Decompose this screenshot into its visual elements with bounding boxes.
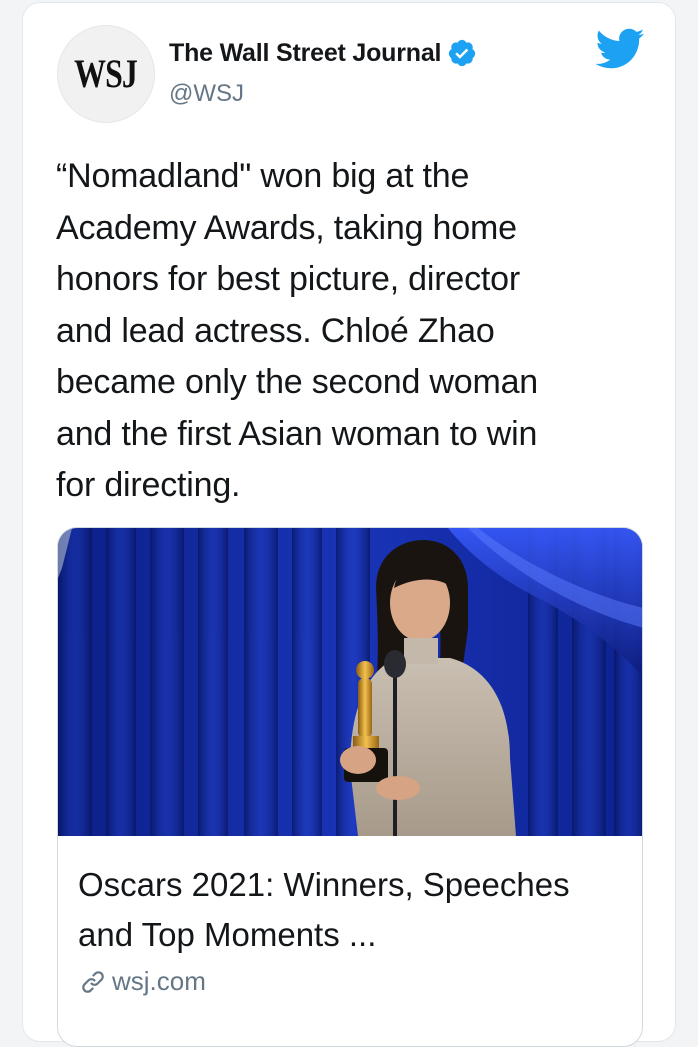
avatar-text: WSJ bbox=[74, 51, 139, 97]
card-domain[interactable]: wsj.com bbox=[80, 966, 206, 997]
name-row: The Wall Street Journal bbox=[169, 38, 477, 68]
card-title[interactable]: Oscars 2021: Winners, Speeches and Top M… bbox=[78, 860, 628, 960]
twitter-bird-icon[interactable] bbox=[593, 28, 645, 72]
tweet-card[interactable]: WSJ The Wall Street Journal @WSJ “Nomadl… bbox=[22, 2, 676, 1047]
tweet-text: “Nomadland" won big at the Academy Award… bbox=[56, 157, 539, 504]
display-name[interactable]: The Wall Street Journal bbox=[169, 39, 442, 68]
avatar[interactable]: WSJ bbox=[57, 25, 155, 123]
handle[interactable]: @WSJ bbox=[169, 80, 244, 108]
link-card[interactable]: Oscars 2021: Winners, Speeches and Top M… bbox=[57, 527, 643, 1047]
card-image[interactable] bbox=[58, 528, 643, 836]
tweet-header: WSJ The Wall Street Journal @WSJ bbox=[23, 3, 675, 123]
link-icon bbox=[82, 970, 104, 993]
card-domain-text: wsj.com bbox=[112, 966, 206, 996]
verified-badge-icon bbox=[447, 38, 477, 68]
